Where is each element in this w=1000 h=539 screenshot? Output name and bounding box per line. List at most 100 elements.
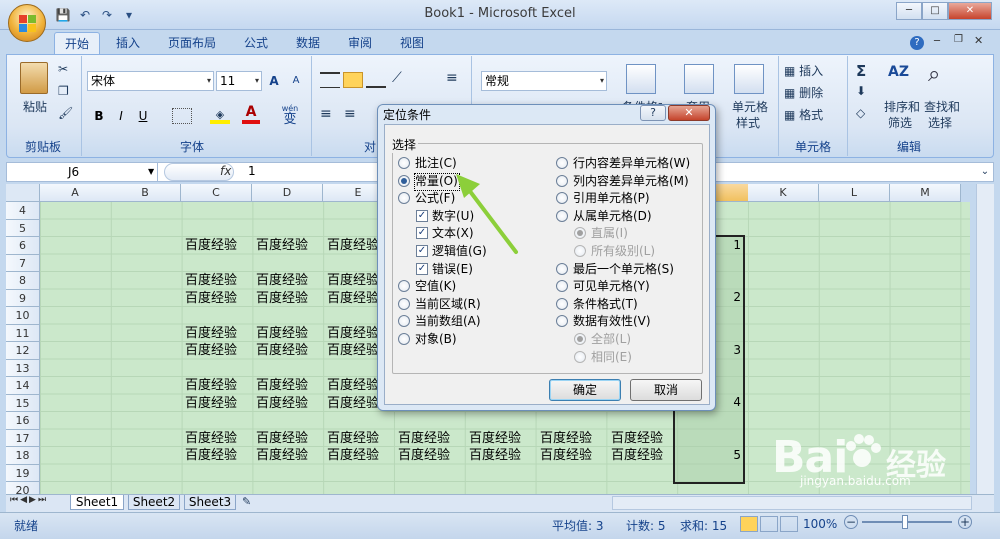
checkbox-option[interactable]: ✓ 错误(E) [416,261,473,277]
ribbon-minimize-icon[interactable]: ─ [934,36,940,47]
clear-icon[interactable]: ◇ [856,106,865,120]
row-header-12[interactable]: 12 [6,342,40,360]
ribbon-close-icon[interactable]: ✕ [974,34,983,47]
restore-button[interactable]: □ [922,2,948,20]
column-header-k[interactable]: K [748,184,819,202]
sort-filter-button[interactable]: 排序和 [884,98,920,115]
radio-option[interactable]: 当前区域(R) [398,296,481,312]
radio-option[interactable]: 当前数组(A) [398,313,481,329]
grow-font-button[interactable]: A [264,71,284,91]
column-header-l[interactable]: L [819,184,890,202]
horizontal-scrollbar[interactable] [612,496,972,510]
row-header-10[interactable]: 10 [6,307,40,325]
name-box-arrow-icon[interactable]: ▼ [148,163,154,181]
column-header-b[interactable]: B [110,184,181,202]
radio-option[interactable]: 条件格式(T) [556,296,638,312]
ribbon-restore-icon[interactable]: ❐ [954,34,963,45]
fill-color-icon[interactable]: ◈ [210,108,230,124]
paste-icon[interactable] [20,62,48,94]
underline-button[interactable]: U [133,106,153,126]
redo-icon[interactable]: ↷ [98,6,116,24]
help-icon[interactable]: ? [910,36,924,50]
delete-cells-button[interactable]: ▦ 删除 [784,84,823,101]
format-table-icon[interactable] [684,64,714,94]
radio-option[interactable]: 公式(F) [398,190,455,206]
save-icon[interactable]: 💾 [54,6,72,24]
office-button[interactable] [8,4,46,42]
sheet-tab-3[interactable]: Sheet3 [184,495,236,510]
font-name-combo[interactable]: 宋体 ▾ [87,71,214,91]
row-header-6[interactable]: 6 [6,237,40,255]
radio-option[interactable]: 列内容差异单元格(M) [556,173,689,189]
row-header-16[interactable]: 16 [6,412,40,430]
radio-option[interactable]: 最后一个单元格(S) [556,261,674,277]
format-cells-button[interactable]: ▦ 格式 [784,106,823,123]
conditional-format-icon[interactable] [626,64,656,94]
row-header-5[interactable]: 5 [6,219,40,237]
font-color-icon[interactable]: A [242,104,260,124]
sort-filter-button-line2[interactable]: 筛选 [888,114,912,131]
shrink-font-button[interactable]: A [286,71,306,91]
radio-option[interactable]: 行内容差异单元格(W) [556,155,690,171]
dialog-help-button[interactable]: ? [640,105,666,121]
page-layout-view-icon[interactable] [760,516,778,532]
dialog-close-button[interactable]: ✕ [668,105,710,121]
cell-styles-button[interactable]: 单元格 [732,98,768,115]
ok-button[interactable]: 确定 [549,379,621,401]
align-top-icon[interactable] [320,72,340,88]
insert-sheet-icon[interactable]: ✎ [242,495,251,508]
column-header-a[interactable]: A [40,184,111,202]
paste-button[interactable]: 粘贴 [20,98,50,115]
normal-view-icon[interactable] [740,516,758,532]
name-box[interactable]: J6 ▼ [8,163,158,181]
align-left-icon[interactable]: ≡ [320,106,332,122]
select-all-corner[interactable] [6,184,40,202]
customize-qat-icon[interactable]: ▾ [120,6,138,24]
cut-icon[interactable]: ✂ [58,62,68,76]
tab-review[interactable]: 审阅 [340,32,380,54]
insert-function-icon[interactable]: fx [220,164,231,178]
row-header-7[interactable]: 7 [6,254,40,272]
row-header-14[interactable]: 14 [6,377,40,395]
tab-insert[interactable]: 插入 [108,32,148,54]
phonetic-button[interactable]: wén 变 [276,104,304,126]
radio-option[interactable]: 空值(K) [398,278,456,294]
row-header-8[interactable]: 8 [6,272,40,290]
sheet-nav-icons[interactable]: ⏮◀▶⏭ [10,495,48,505]
tab-page-layout[interactable]: 页面布局 [160,32,224,54]
sort-filter-icon[interactable]: AZ [888,64,918,92]
zoom-slider-thumb[interactable] [902,515,908,529]
row-header-13[interactable]: 13 [6,359,40,377]
italic-button[interactable]: I [111,106,131,126]
find-select-icon[interactable]: ⌕ [928,62,940,87]
radio-option[interactable]: 数据有效性(V) [556,313,651,329]
vertical-scrollbar[interactable] [976,184,994,494]
row-header-17[interactable]: 17 [6,429,40,447]
row-header-9[interactable]: 9 [6,289,40,307]
font-size-combo[interactable]: 11 ▾ [216,71,262,91]
find-select-button[interactable]: 查找和 [924,98,960,115]
orientation-icon[interactable]: ⟋ [392,70,402,86]
fill-icon[interactable]: ⬇ [856,84,866,98]
tab-formulas[interactable]: 公式 [236,32,276,54]
close-window-button[interactable]: ✕ [948,2,992,20]
bold-button[interactable]: B [89,106,109,126]
zoom-in-icon[interactable]: + [958,515,972,529]
sheet-tab-2[interactable]: Sheet2 [128,495,180,510]
row-header-4[interactable]: 4 [6,202,40,220]
sheet-tab-1[interactable]: Sheet1 [70,495,124,510]
number-format-combo[interactable]: 常规 ▾ [481,71,607,91]
copy-icon[interactable]: ❐ [58,84,69,98]
column-header-m[interactable]: M [890,184,961,202]
zoom-level[interactable]: 100% [803,517,837,531]
wrap-text-icon[interactable]: ≡ [446,70,458,86]
tab-home[interactable]: 开始 [54,32,100,54]
tab-data[interactable]: 数据 [288,32,328,54]
undo-icon[interactable]: ↶ [76,6,94,24]
radio-option[interactable]: 对象(B) [398,331,457,347]
expand-formula-bar-icon[interactable]: ⌄ [976,162,994,182]
find-select-button-line2[interactable]: 选择 [928,114,952,131]
minimize-button[interactable]: ─ [896,2,922,20]
row-header-18[interactable]: 18 [6,447,40,465]
align-middle-icon[interactable] [343,72,363,88]
